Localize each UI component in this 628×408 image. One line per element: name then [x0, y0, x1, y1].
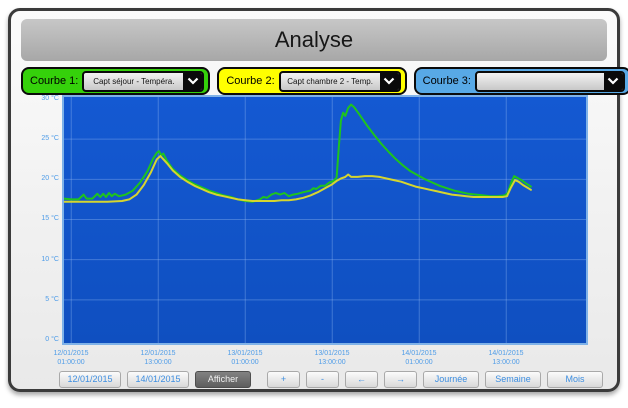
- courbe2-selected-value: Capt chambre 2 - Temp.: [281, 77, 380, 86]
- navigation-group: + - ← → Journée Semaine Mois: [267, 371, 603, 388]
- date-from-button[interactable]: 12/01/2015: [59, 371, 121, 388]
- pan-right-button[interactable]: →: [384, 371, 417, 388]
- plot-area: [62, 95, 588, 345]
- courbe1-dropdown[interactable]: Capt séjour - Tempéra.: [82, 71, 204, 92]
- x-tick-label: 14/01/201513:00:00: [464, 349, 548, 367]
- courbe3-dropdown[interactable]: [475, 71, 625, 92]
- zoom-in-button[interactable]: +: [267, 371, 300, 388]
- chevron-down-icon[interactable]: [604, 71, 623, 92]
- date-to-button[interactable]: 14/01/2015: [127, 371, 189, 388]
- courbe1-selected-value: Capt séjour - Tempéra.: [84, 77, 183, 86]
- pan-left-button[interactable]: ←: [345, 371, 378, 388]
- chevron-down-icon[interactable]: [380, 71, 399, 92]
- page-title: Analyse: [21, 19, 607, 61]
- date-range-group: 12/01/2015 14/01/2015 Afficher: [59, 371, 251, 388]
- x-tick-label: 14/01/201501:00:00: [377, 349, 461, 367]
- month-button[interactable]: Mois: [547, 371, 603, 388]
- apply-button[interactable]: Afficher: [195, 371, 251, 388]
- y-tick-label: 25 °C: [19, 135, 59, 143]
- courbe2-selector: Courbe 2: Capt chambre 2 - Temp.: [217, 67, 406, 95]
- courbe3-label: Courbe 3:: [423, 75, 471, 87]
- y-tick-label: 0 °C: [19, 336, 59, 344]
- courbe1-label: Courbe 1:: [30, 75, 78, 87]
- analyse-window: Analyse Courbe 1: Capt séjour - Tempéra.…: [0, 0, 628, 408]
- y-tick-label: 20 °C: [19, 175, 59, 183]
- analyse-card: Analyse Courbe 1: Capt séjour - Tempéra.…: [8, 8, 620, 392]
- chevron-down-icon[interactable]: [183, 71, 202, 92]
- y-tick-label: 10 °C: [19, 256, 59, 264]
- y-tick-label: 15 °C: [19, 215, 59, 223]
- x-tick-label: 13/01/201513:00:00: [290, 349, 374, 367]
- y-tick-label: 30 °C: [19, 95, 59, 103]
- x-tick-label: 12/01/201513:00:00: [116, 349, 200, 367]
- day-button[interactable]: Journée: [423, 371, 479, 388]
- y-tick-label: 5 °C: [19, 296, 59, 304]
- week-button[interactable]: Semaine: [485, 371, 541, 388]
- chart-toolbar: 12/01/2015 14/01/2015 Afficher + - ← → J…: [59, 369, 603, 389]
- courbe2-label: Courbe 2:: [226, 75, 274, 87]
- courbe1-selector: Courbe 1: Capt séjour - Tempéra.: [21, 67, 210, 95]
- zoom-out-button[interactable]: -: [306, 371, 339, 388]
- curve-selector-row: Courbe 1: Capt séjour - Tempéra. Courbe …: [21, 66, 607, 96]
- courbe2-dropdown[interactable]: Capt chambre 2 - Temp.: [279, 71, 401, 92]
- courbe3-selector: Courbe 3:: [414, 67, 628, 95]
- temperature-chart: [64, 97, 586, 343]
- x-tick-label: 13/01/201501:00:00: [203, 349, 287, 367]
- x-tick-label: 12/01/201501:00:00: [29, 349, 113, 367]
